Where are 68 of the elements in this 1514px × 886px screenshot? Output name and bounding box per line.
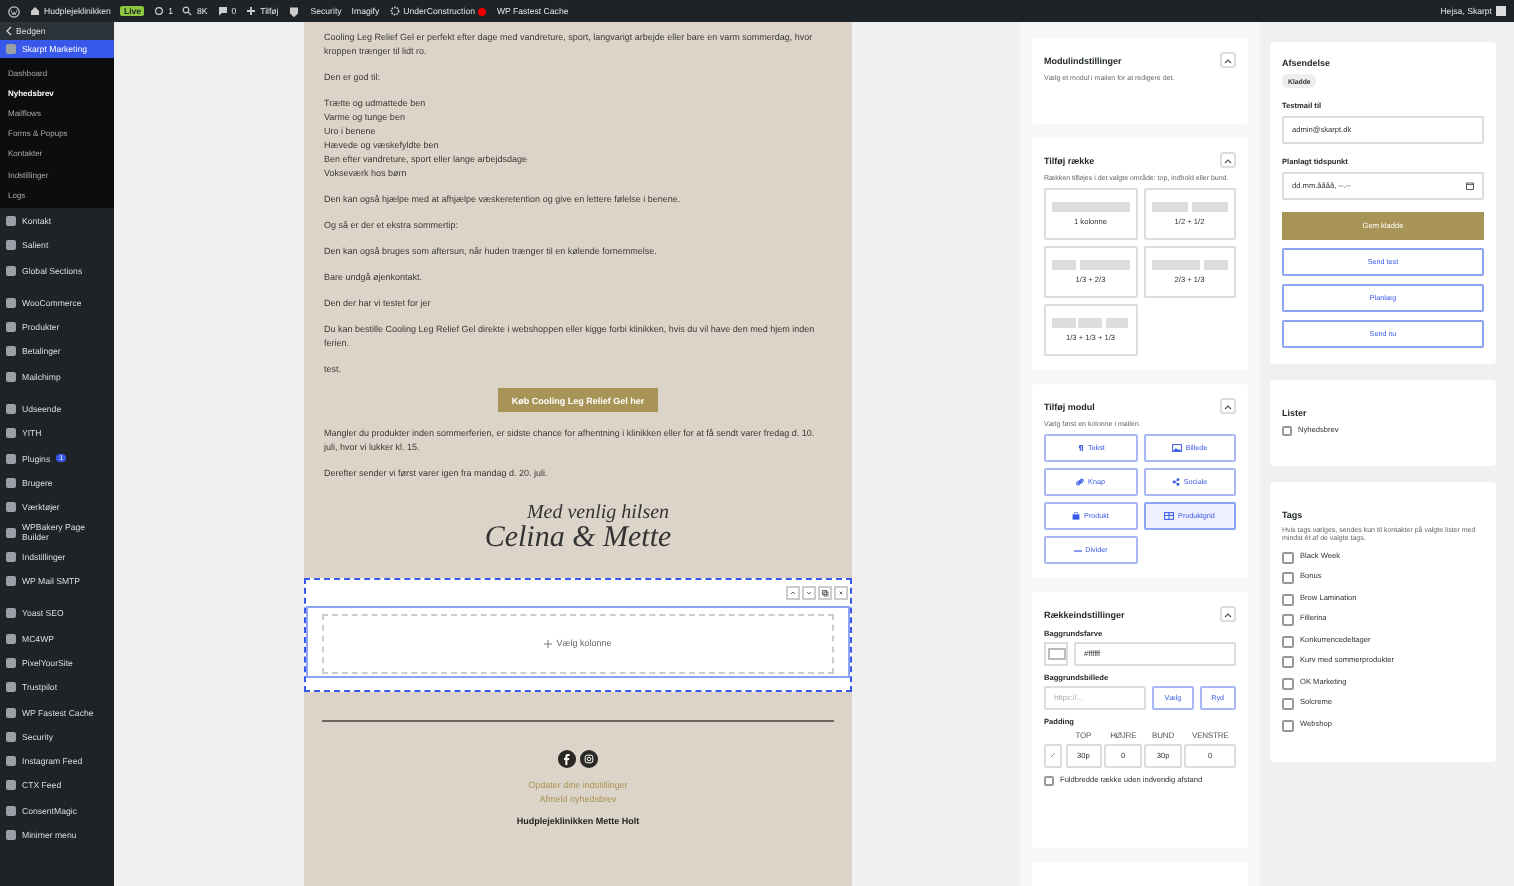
checkbox[interactable]	[1282, 593, 1294, 605]
menu-icon	[6, 658, 16, 668]
calendar-icon	[1466, 182, 1474, 190]
collapse-button[interactable]	[1220, 606, 1236, 622]
menu-icon	[6, 371, 16, 382]
collapse-button[interactable]	[1220, 52, 1236, 68]
menu-icon	[6, 805, 16, 816]
menu-icon	[6, 707, 16, 718]
share-icon	[1171, 478, 1180, 486]
color-swatch[interactable]	[1044, 642, 1068, 666]
checkbox[interactable]	[1282, 572, 1294, 584]
search-icon	[182, 6, 193, 16]
plus-icon	[246, 6, 257, 16]
move-up-icon[interactable]	[786, 586, 800, 600]
menu-icon	[6, 346, 16, 357]
checkbox[interactable]	[1282, 656, 1294, 668]
menu-icon	[6, 44, 16, 54]
menu-icon	[6, 477, 16, 488]
checkbox[interactable]	[1282, 677, 1294, 689]
menu-icon	[6, 756, 16, 767]
menu-icon	[6, 731, 16, 742]
menu-icon	[6, 608, 16, 619]
plus-icon	[544, 639, 553, 647]
menu-icon	[6, 633, 16, 644]
checkbox[interactable]	[1044, 775, 1054, 785]
checkbox[interactable]	[1282, 719, 1294, 731]
menu-icon	[6, 453, 16, 464]
menu-icon	[6, 682, 16, 693]
menu-icon	[6, 322, 16, 333]
menu-icon	[6, 240, 16, 251]
checkbox[interactable]	[1282, 426, 1292, 436]
menu-icon	[6, 576, 16, 587]
collapse-icon	[1224, 157, 1232, 163]
duplicate-icon[interactable]	[818, 586, 832, 600]
menu-icon	[6, 297, 16, 308]
wordpress-logo-icon[interactable]	[8, 5, 20, 17]
comment-icon	[217, 6, 228, 16]
bag-icon	[1072, 512, 1081, 520]
menu-icon	[6, 551, 16, 562]
checkbox[interactable]	[1282, 698, 1294, 710]
collapse-icon	[1224, 403, 1232, 409]
grid-icon	[1164, 512, 1175, 520]
menu-icon	[6, 830, 16, 841]
menu-icon	[6, 502, 16, 513]
line-icon	[1073, 549, 1082, 551]
menu-icon	[6, 527, 16, 538]
collapse-icon	[1224, 611, 1232, 617]
checkbox[interactable]	[1282, 551, 1294, 563]
signature-line: Celina & Mette	[484, 524, 672, 554]
checkbox[interactable]	[1282, 614, 1294, 626]
menu-icon	[6, 428, 16, 439]
collapse-button[interactable]	[1220, 398, 1236, 414]
menu-icon	[6, 780, 16, 791]
link-toggle[interactable]	[1044, 743, 1062, 767]
signature-line: Med venlig hilsen	[526, 504, 670, 524]
facebook-icon[interactable]	[558, 750, 576, 768]
home-icon	[30, 6, 40, 16]
menu-icon	[6, 265, 16, 276]
status-dot	[478, 7, 487, 15]
instagram-icon[interactable]	[580, 750, 598, 768]
collapse-button[interactable]	[1220, 152, 1236, 168]
menu-icon	[6, 215, 16, 226]
gear-icon	[389, 6, 400, 16]
collapse-icon	[1224, 57, 1232, 63]
shield-icon[interactable]	[288, 5, 301, 17]
menu-icon	[6, 404, 16, 415]
image-icon	[1171, 444, 1182, 452]
checkbox[interactable]	[1282, 635, 1294, 647]
